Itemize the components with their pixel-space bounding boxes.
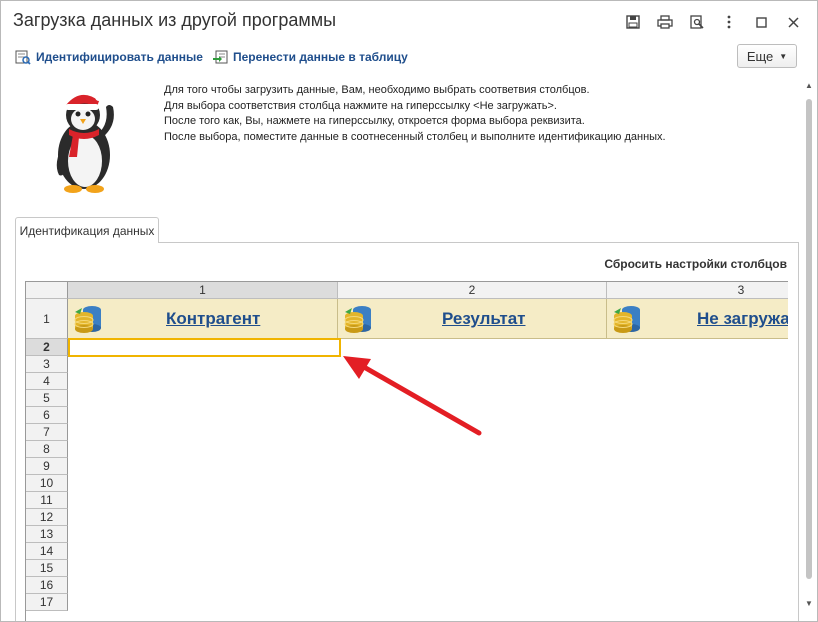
header-cell: Не загружать [607, 299, 788, 339]
more-label: Еще [746, 48, 774, 64]
identify-data-button[interactable]: Идентифицировать данные [15, 49, 203, 65]
transfer-data-label: Перенести данные в таблицу [233, 50, 408, 64]
column-link-not-load[interactable]: Не загружать [697, 309, 788, 329]
more-button[interactable]: Еще ▼ [737, 44, 797, 68]
instruction-line: После того как, Вы, нажмете на гиперссыл… [164, 115, 585, 127]
row-header[interactable]: 6 [26, 407, 68, 424]
scroll-down-icon[interactable]: ▼ [804, 599, 814, 611]
row-header[interactable]: 3 [26, 356, 68, 373]
row-header[interactable]: 16 [26, 577, 68, 594]
save-icon[interactable] [617, 12, 649, 32]
identify-icon [15, 49, 31, 65]
row-header[interactable]: 17 [26, 594, 68, 611]
instructions-text: Для того чтобы загрузить данные, Вам, не… [164, 83, 666, 145]
instruction-line: После выбора, поместите данные в соотнес… [164, 130, 666, 143]
tab-data-identification[interactable]: Идентификация данных [15, 217, 159, 243]
close-icon[interactable] [777, 12, 809, 32]
transfer-data-button[interactable]: Перенести данные в таблицу [212, 49, 408, 65]
tab-label: Идентификация данных [19, 223, 155, 238]
command-bar: Идентифицировать данные Перенести данные… [1, 43, 817, 73]
row-header[interactable]: 13 [26, 526, 68, 543]
row-header[interactable]: 7 [26, 424, 68, 441]
scrollbar-thumb[interactable] [806, 99, 812, 579]
column-link-counterparty[interactable]: Контрагент [166, 309, 260, 329]
database-icon [613, 306, 640, 333]
row-header[interactable]: 1 [26, 299, 68, 339]
vertical-scrollbar[interactable]: ▲ ▼ [804, 81, 814, 611]
column-link-result[interactable]: Результат [442, 309, 526, 329]
header-cell: Результат [338, 299, 607, 339]
identify-data-label: Идентифицировать данные [36, 50, 203, 64]
row-header[interactable]: 5 [26, 390, 68, 407]
window-controls [617, 12, 809, 32]
row-header[interactable]: 12 [26, 509, 68, 526]
transfer-icon [212, 49, 228, 65]
scroll-up-icon[interactable]: ▲ [804, 81, 814, 93]
row-header[interactable]: 10 [26, 475, 68, 492]
row-header[interactable]: 11 [26, 492, 68, 509]
row-header[interactable]: 14 [26, 543, 68, 560]
row-header[interactable]: 15 [26, 560, 68, 577]
window-title: Загрузка данных из другой программы [13, 10, 337, 30]
title-bar: Загрузка данных из другой программы [1, 1, 817, 41]
maximize-icon[interactable] [745, 12, 777, 32]
header-cell: Контрагент [68, 299, 338, 339]
selected-cell[interactable] [68, 338, 341, 357]
corner-cell [26, 282, 68, 299]
more-vert-icon[interactable] [713, 12, 745, 32]
database-icon [74, 306, 101, 333]
penguin-mascot-icon [56, 93, 114, 193]
preview-icon[interactable] [681, 12, 713, 32]
data-import-window: Загрузка данных из другой программы Иден… [0, 0, 818, 622]
row-header[interactable]: 8 [26, 441, 68, 458]
column-header[interactable]: 3 [607, 282, 788, 299]
print-icon[interactable] [649, 12, 681, 32]
row-header[interactable]: 4 [26, 373, 68, 390]
reset-columns-link[interactable]: Сбросить настройки столбцов [604, 257, 787, 271]
annotation-arrow-icon [343, 356, 482, 436]
instruction-line: Для того чтобы загрузить данные, Вам, не… [164, 84, 590, 96]
database-icon [344, 306, 371, 333]
column-header[interactable]: 2 [338, 282, 607, 299]
column-header[interactable]: 1 [68, 282, 338, 299]
row-header[interactable]: 2 [26, 339, 68, 356]
instruction-line: Для выбора соответствия столбца нажмите … [164, 99, 557, 112]
spreadsheet[interactable]: 1 2 3 Контрагент Результат Не загруж 1 2… [25, 281, 788, 621]
row-header[interactable]: 9 [26, 458, 68, 475]
chevron-down-icon: ▼ [779, 51, 788, 61]
